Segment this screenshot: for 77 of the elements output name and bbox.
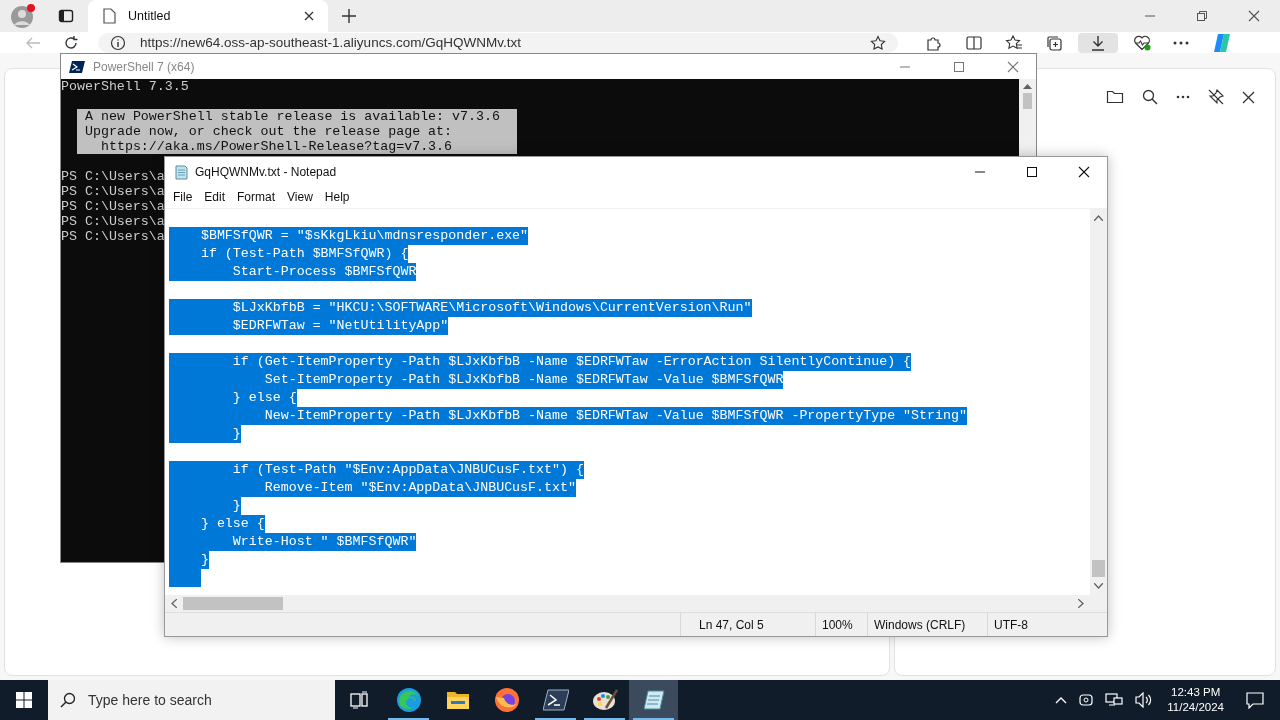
horizontal-scrollbar[interactable] xyxy=(165,595,1090,612)
new-tab-icon[interactable] xyxy=(342,9,356,23)
unpin-icon[interactable] xyxy=(1208,89,1224,105)
url-text: https://new64.oss-ap-southeast-1.aliyuncs.com/GqHQWNMv.txt xyxy=(140,35,521,50)
volume-icon[interactable] xyxy=(1135,692,1154,708)
refresh-icon[interactable] xyxy=(63,34,79,51)
address-bar[interactable]: https://new64.oss-ap-southeast-1.aliyuncs.com/GqHQWNMv.txt xyxy=(98,32,898,53)
favorites-icon[interactable] xyxy=(1005,33,1023,52)
search-field[interactable]: Type here to search xyxy=(48,680,335,720)
notifications-icon[interactable] xyxy=(1246,691,1264,709)
console-line: PS C:\Users\a xyxy=(61,214,165,229)
terminal-icon xyxy=(69,59,85,74)
notepad-icon xyxy=(173,163,189,180)
scroll-left-icon[interactable] xyxy=(171,599,177,608)
close-icon[interactable] xyxy=(1242,90,1255,104)
scrollbar-thumb[interactable] xyxy=(1092,560,1105,577)
notepad-icon xyxy=(641,689,666,711)
zoom-level: 100% xyxy=(815,613,867,636)
scrollbar-thumb[interactable] xyxy=(1023,93,1032,109)
line-ending: Windows (CRLF) xyxy=(867,613,987,636)
cursor-position: Ln 47, Col 5 xyxy=(680,613,815,636)
console-line: PS C:\Users\a xyxy=(61,199,165,214)
chevron-up-icon[interactable] xyxy=(1055,696,1068,704)
console-line: PowerShell 7.3.5 xyxy=(61,79,189,94)
taskbar-app[interactable] xyxy=(629,680,678,720)
copilot-icon[interactable] xyxy=(1211,31,1233,54)
restore-icon[interactable] xyxy=(1196,10,1208,22)
tab-title: Untitled xyxy=(128,9,172,23)
camera-icon[interactable] xyxy=(1079,692,1094,708)
browser-tab[interactable]: Untitled xyxy=(88,0,328,32)
close-icon[interactable] xyxy=(1078,165,1090,178)
close-icon[interactable] xyxy=(304,11,314,21)
terminal-icon xyxy=(542,689,569,711)
browser-icon xyxy=(395,687,422,713)
more-icon[interactable] xyxy=(1173,40,1189,45)
task-view-icon xyxy=(349,691,370,709)
window-title: GqHQWNMv.txt - Notepad xyxy=(195,164,337,179)
palette-icon xyxy=(591,688,618,712)
clock[interactable]: 12:43 PM 11/24/2024 xyxy=(1167,685,1224,715)
info-icon[interactable] xyxy=(110,34,126,51)
menu-item[interactable]: Format xyxy=(231,190,282,204)
profile-avatar-icon[interactable] xyxy=(10,3,36,29)
folder-icon xyxy=(445,690,470,710)
search-icon[interactable] xyxy=(1142,89,1158,105)
network-icon[interactable] xyxy=(1105,692,1124,708)
encoding: UTF-8 xyxy=(987,613,1107,636)
maximize-icon[interactable] xyxy=(1026,165,1038,178)
favorite-star-icon[interactable] xyxy=(870,34,886,51)
close-icon[interactable] xyxy=(1248,10,1260,22)
menu-item[interactable]: Help xyxy=(318,190,356,204)
windows-logo-icon xyxy=(16,692,32,708)
more-icon[interactable] xyxy=(1176,95,1190,99)
scroll-right-icon[interactable] xyxy=(1078,599,1084,608)
menu-item[interactable]: File xyxy=(167,190,199,204)
search-icon xyxy=(60,692,76,708)
scroll-up-icon[interactable] xyxy=(1094,215,1103,221)
menu-item[interactable]: Edit xyxy=(198,190,232,204)
scroll-down-icon[interactable] xyxy=(1094,583,1103,589)
vertical-scrollbar[interactable] xyxy=(1090,209,1107,595)
scroll-up-icon[interactable] xyxy=(1023,83,1032,89)
console-line: PS C:\Users\a xyxy=(61,184,165,199)
tab-actions-icon[interactable] xyxy=(58,8,74,24)
window-title: PowerShell 7 (x64) xyxy=(93,59,195,74)
download-icon xyxy=(1089,33,1107,52)
clock-time: 12:43 PM xyxy=(1171,685,1221,700)
menu-item[interactable]: View xyxy=(281,190,319,204)
downloads-button[interactable] xyxy=(1078,32,1118,53)
collections-icon[interactable] xyxy=(1045,33,1063,52)
page-icon xyxy=(102,8,116,24)
heart-pulse-icon[interactable] xyxy=(1133,33,1151,52)
console-line: PS C:\Users\a xyxy=(61,169,165,184)
console-line: PS C:\Users\a xyxy=(61,229,165,244)
folder-icon[interactable] xyxy=(1106,89,1124,105)
fox-browser-icon xyxy=(493,687,520,713)
split-screen-icon[interactable] xyxy=(965,33,983,52)
scrollbar-thumb[interactable] xyxy=(183,597,283,610)
clock-date: 11/24/2024 xyxy=(1167,700,1224,715)
